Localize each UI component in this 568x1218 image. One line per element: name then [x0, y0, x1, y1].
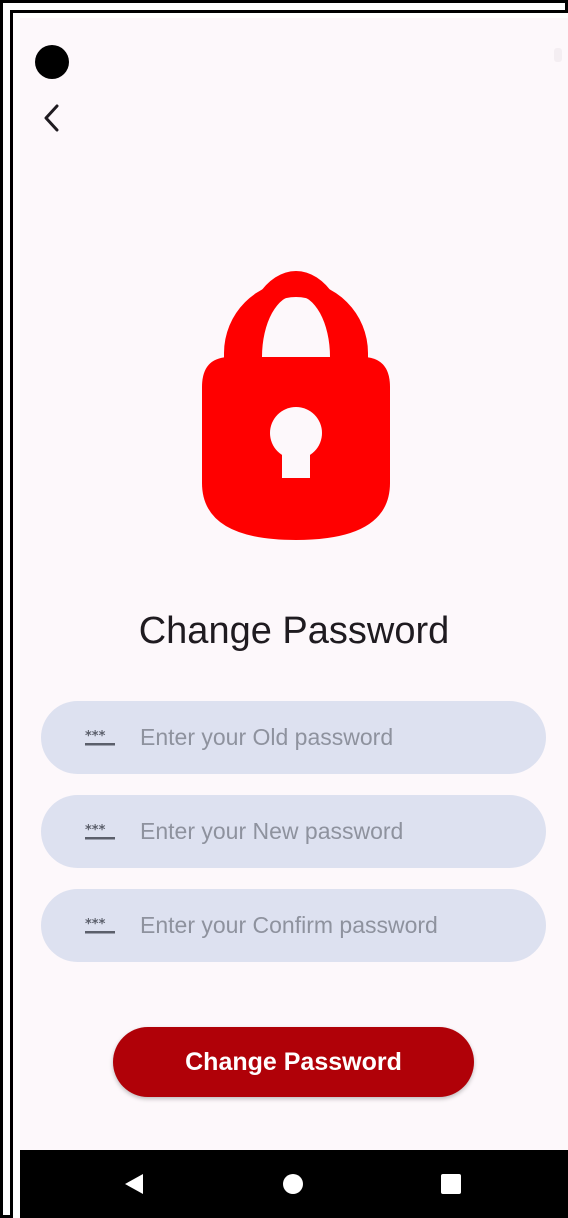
camera-cutout [35, 45, 69, 79]
svg-text:***: *** [85, 823, 106, 838]
password-icon: *** [80, 911, 120, 941]
square-recents-icon [441, 1174, 461, 1194]
confirm-password-field[interactable]: *** [41, 889, 546, 962]
nav-back-button[interactable] [104, 1150, 164, 1218]
page-title: Change Password [138, 610, 450, 652]
nav-home-button[interactable] [263, 1150, 323, 1218]
status-indicator [554, 48, 562, 62]
password-icon: *** [80, 817, 120, 847]
system-nav-bar [20, 1150, 568, 1218]
new-password-field[interactable]: *** [41, 795, 546, 868]
password-icon: *** [80, 723, 120, 753]
new-password-input[interactable] [140, 818, 520, 845]
back-button[interactable] [34, 100, 70, 136]
chevron-left-icon [44, 104, 59, 132]
confirm-password-input[interactable] [140, 912, 520, 939]
change-password-button[interactable]: Change Password [113, 1027, 474, 1097]
circle-home-icon [283, 1174, 303, 1194]
nav-recents-button[interactable] [421, 1150, 481, 1218]
triangle-back-icon [125, 1174, 143, 1194]
lock-icon [202, 271, 390, 540]
svg-text:***: *** [85, 729, 106, 744]
old-password-field[interactable]: *** [41, 701, 546, 774]
app-screen: Change Password *** *** *** Change Passw… [20, 18, 568, 1218]
old-password-input[interactable] [140, 724, 520, 751]
svg-text:***: *** [85, 917, 106, 932]
